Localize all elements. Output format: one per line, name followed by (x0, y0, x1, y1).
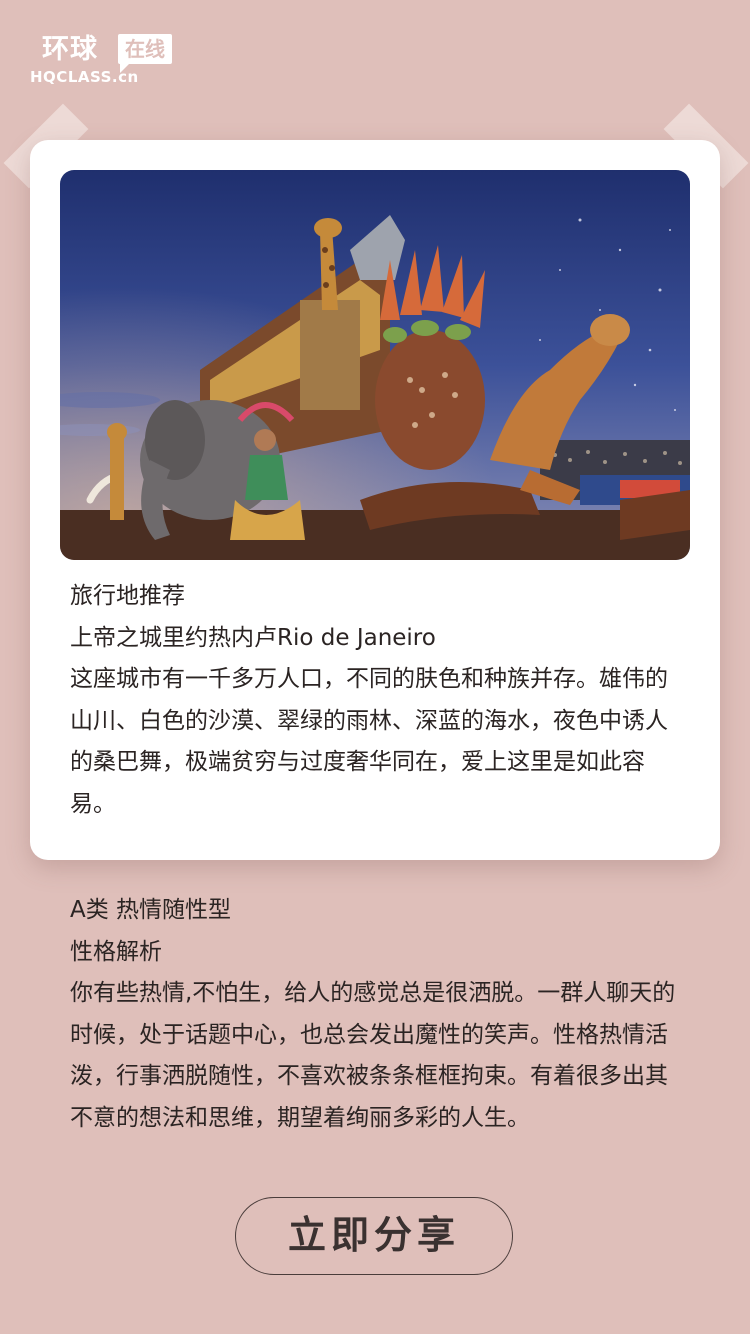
card-title: 上帝之城里约热内卢Rio de Janeiro (70, 624, 436, 651)
card-description: 这座城市有一千多万人口，不同的肤色和种族并存。雄伟的山川、白色的沙漠、翠绿的雨林… (70, 666, 668, 817)
card-text: 旅行地推荐 上帝之城里约热内卢Rio de Janeiro 这座城市有一千多万人… (70, 576, 680, 825)
card-category: 旅行地推荐 (70, 583, 185, 609)
analysis-text: 你有些热情,不怕生，给人的感觉总是很洒脱。一群人聊天的时候，处于话题中心，也总会… (70, 980, 676, 1131)
logo-badge: 在线 (118, 34, 172, 64)
analysis-heading: 性格解析 (70, 938, 162, 965)
logo-english-text: HQCLASS.cn (30, 68, 139, 86)
destination-card: 旅行地推荐 上帝之城里约热内卢Rio de Janeiro 这座城市有一千多万人… (30, 140, 720, 860)
logo-chinese-text: 环球 (42, 34, 98, 65)
destination-photo (60, 170, 690, 560)
result-type: A类 热情随性型 (70, 897, 232, 923)
share-button[interactable]: 立即分享 (235, 1197, 513, 1275)
logo: 环球 在线 HQCLASS.cn (30, 34, 180, 90)
personality-result: A类 热情随性型 性格解析 你有些热情,不怕生，给人的感觉总是很洒脱。一群人聊天… (70, 890, 682, 1139)
